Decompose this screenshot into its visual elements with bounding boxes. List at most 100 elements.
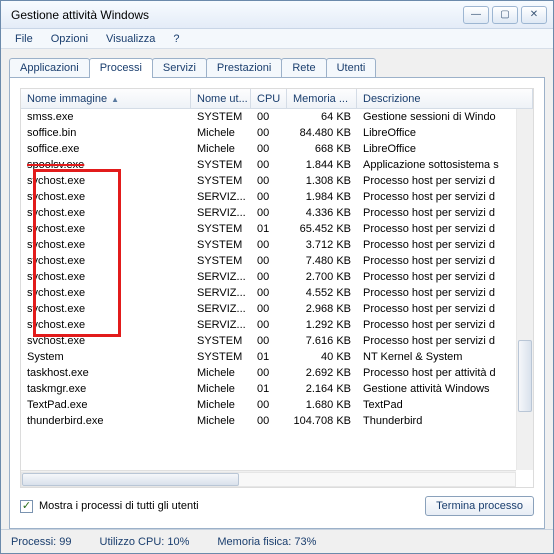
table-row[interactable]: soffice.binMichele0084.480 KBLibreOffice: [21, 125, 516, 141]
cell: 4.336 KB: [287, 206, 357, 220]
table-row[interactable]: thunderbird.exeMichele00104.708 KBThunde…: [21, 413, 516, 429]
cell: 00: [251, 334, 287, 348]
cell: 7.480 KB: [287, 254, 357, 268]
tab-services[interactable]: Servizi: [152, 58, 207, 77]
table-row[interactable]: smss.exeSYSTEM0064 KBGestione sessioni d…: [21, 109, 516, 125]
cell: 1.680 KB: [287, 398, 357, 412]
table-row[interactable]: soffice.exeMichele00668 KBLibreOffice: [21, 141, 516, 157]
table-row[interactable]: svchost.exeSERVIZ...004.552 KBProcesso h…: [21, 285, 516, 301]
cell: Processo host per servizi d: [357, 254, 516, 268]
tab-processes[interactable]: Processi: [89, 58, 153, 78]
col-cpu[interactable]: CPU: [251, 89, 287, 108]
cell: svchost.exe: [21, 286, 191, 300]
table-row[interactable]: svchost.exeSERVIZ...002.700 KBProcesso h…: [21, 269, 516, 285]
maximize-button[interactable]: ▢: [492, 6, 518, 24]
table-row[interactable]: TextPad.exeMichele001.680 KBTextPad: [21, 397, 516, 413]
minimize-button[interactable]: —: [463, 6, 489, 24]
horizontal-scroll-thumb[interactable]: [22, 473, 239, 486]
cell: 00: [251, 190, 287, 204]
col-user[interactable]: Nome ut...: [191, 89, 251, 108]
table-row[interactable]: svchost.exeSERVIZ...001.292 KBProcesso h…: [21, 317, 516, 333]
tab-users[interactable]: Utenti: [326, 58, 377, 77]
cell: Michele: [191, 126, 251, 140]
cell: Michele: [191, 366, 251, 380]
status-processes: Processi: 99: [11, 536, 72, 548]
col-image-name[interactable]: Nome immagine▲: [21, 89, 191, 108]
cell: 00: [251, 238, 287, 252]
cell: spoolsv.exe: [21, 158, 191, 172]
cell: Michele: [191, 142, 251, 156]
close-button[interactable]: ✕: [521, 6, 547, 24]
cell: 1.308 KB: [287, 174, 357, 188]
status-memory: Memoria fisica: 73%: [217, 536, 316, 548]
cell: Gestione attività Windows: [357, 382, 516, 396]
cell: 2.968 KB: [287, 302, 357, 316]
cell: Gestione sessioni di Windo: [357, 110, 516, 124]
col-memory[interactable]: Memoria ...: [287, 89, 357, 108]
window-title: Gestione attività Windows: [11, 8, 460, 22]
cell: 1.984 KB: [287, 190, 357, 204]
cell: 00: [251, 206, 287, 220]
cell: 01: [251, 350, 287, 364]
cell: 00: [251, 126, 287, 140]
cell: SERVIZ...: [191, 318, 251, 332]
table-row[interactable]: taskhost.exeMichele002.692 KBProcesso ho…: [21, 365, 516, 381]
horizontal-scrollbar[interactable]: [21, 472, 516, 487]
table-row[interactable]: svchost.exeSERVIZ...002.968 KBProcesso h…: [21, 301, 516, 317]
cell: SYSTEM: [191, 350, 251, 364]
table-row[interactable]: svchost.exeSYSTEM0165.452 KBProcesso hos…: [21, 221, 516, 237]
menu-options[interactable]: Opzioni: [43, 31, 96, 47]
table-row[interactable]: svchost.exeSERVIZ...004.336 KBProcesso h…: [21, 205, 516, 221]
cell: Processo host per servizi d: [357, 318, 516, 332]
cell: 2.700 KB: [287, 270, 357, 284]
table-row[interactable]: taskmgr.exeMichele012.164 KBGestione att…: [21, 381, 516, 397]
cell: 00: [251, 286, 287, 300]
cell: Processo host per servizi d: [357, 286, 516, 300]
process-list[interactable]: Nome immagine▲ Nome ut... CPU Memoria ..…: [20, 88, 534, 488]
table-row[interactable]: svchost.exeSYSTEM003.712 KBProcesso host…: [21, 237, 516, 253]
cell: 00: [251, 398, 287, 412]
cell: SYSTEM: [191, 238, 251, 252]
table-row[interactable]: SystemSYSTEM0140 KBNT Kernel & System: [21, 349, 516, 365]
statusbar: Processi: 99 Utilizzo CPU: 10% Memoria f…: [1, 529, 553, 553]
cell: Processo host per servizi d: [357, 334, 516, 348]
cell: Applicazione sottosistema s: [357, 158, 516, 172]
cell: 2.692 KB: [287, 366, 357, 380]
tab-applications[interactable]: Applicazioni: [9, 58, 90, 77]
cell: 40 KB: [287, 350, 357, 364]
cell: smss.exe: [21, 110, 191, 124]
cell: 1.292 KB: [287, 318, 357, 332]
tab-networking[interactable]: Rete: [281, 58, 326, 77]
table-row[interactable]: svchost.exeSYSTEM001.308 KBProcesso host…: [21, 173, 516, 189]
tab-performance[interactable]: Prestazioni: [206, 58, 282, 77]
cell: Processo host per servizi d: [357, 222, 516, 236]
menu-help[interactable]: ?: [165, 31, 187, 47]
cell: SYSTEM: [191, 110, 251, 124]
menubar: File Opzioni Visualizza ?: [1, 29, 553, 49]
end-process-button[interactable]: Termina processo: [425, 496, 534, 516]
menu-view[interactable]: Visualizza: [98, 31, 163, 47]
cell: 00: [251, 366, 287, 380]
cell: 00: [251, 414, 287, 428]
task-manager-window: Gestione attività Windows — ▢ ✕ File Opz…: [0, 0, 554, 554]
titlebar[interactable]: Gestione attività Windows — ▢ ✕: [1, 1, 553, 29]
table-row[interactable]: svchost.exeSYSTEM007.480 KBProcesso host…: [21, 253, 516, 269]
col-description[interactable]: Descrizione: [357, 89, 533, 108]
vertical-scrollbar[interactable]: [516, 109, 533, 470]
cell: taskhost.exe: [21, 366, 191, 380]
show-all-users-checkbox[interactable]: ✓: [20, 500, 33, 513]
show-all-users-label: Mostra i processi di tutti gli utenti: [39, 500, 199, 512]
cell: Processo host per attività d: [357, 366, 516, 380]
cell: SERVIZ...: [191, 206, 251, 220]
cell: 00: [251, 174, 287, 188]
table-row[interactable]: svchost.exeSERVIZ...001.984 KBProcesso h…: [21, 189, 516, 205]
cell: svchost.exe: [21, 222, 191, 236]
cell: svchost.exe: [21, 190, 191, 204]
panel-footer: ✓ Mostra i processi di tutti gli utenti …: [20, 488, 534, 520]
vertical-scroll-thumb[interactable]: [518, 340, 532, 412]
cell: svchost.exe: [21, 302, 191, 316]
table-row[interactable]: spoolsv.exeSYSTEM001.844 KBApplicazione …: [21, 157, 516, 173]
menu-file[interactable]: File: [7, 31, 41, 47]
table-row[interactable]: svchost.exeSYSTEM007.616 KBProcesso host…: [21, 333, 516, 349]
cell: 3.712 KB: [287, 238, 357, 252]
